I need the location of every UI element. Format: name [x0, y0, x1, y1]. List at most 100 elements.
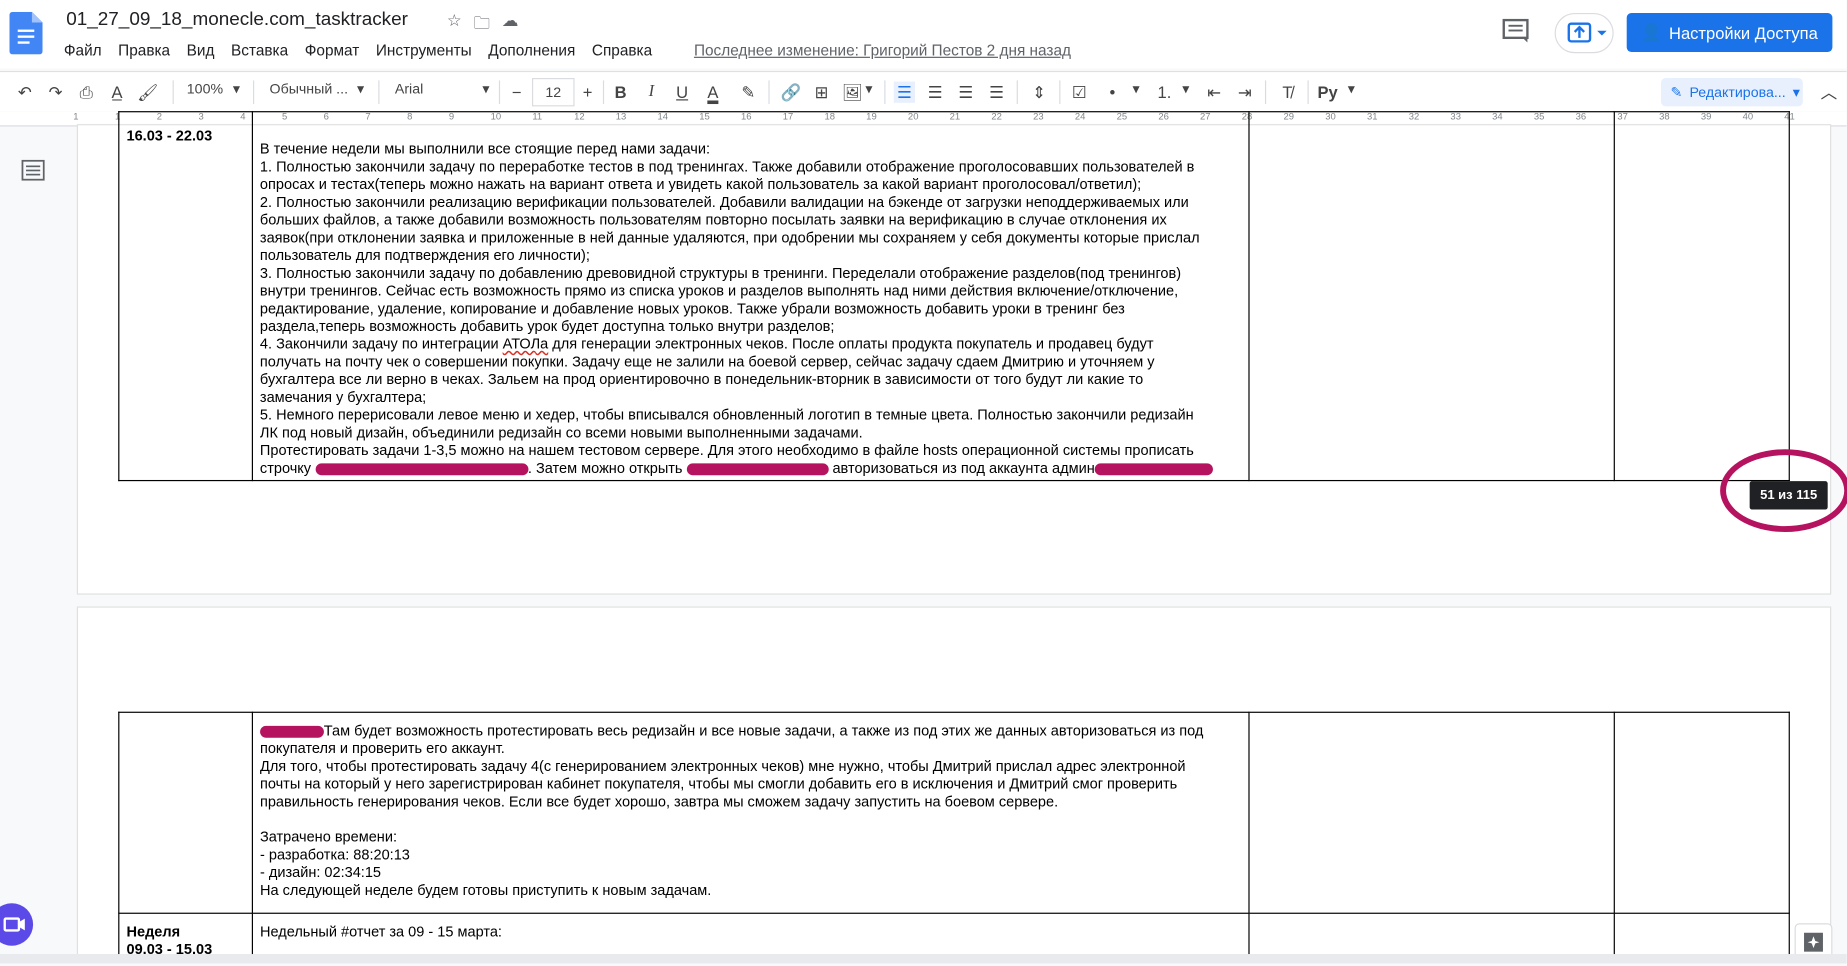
clear-formatting-icon[interactable]: T̸ [1277, 82, 1298, 103]
report-table-part2: Там будет возможность протестировать вес… [118, 711, 1790, 963]
menu-view[interactable]: Вид [187, 41, 223, 59]
report-text-cell[interactable]: Там будет возможность протестировать вес… [251, 711, 1250, 914]
insert-image-icon[interactable]: 🖼 [842, 82, 863, 103]
redaction-mark [259, 725, 324, 738]
comments-icon[interactable] [1501, 18, 1532, 44]
menu-tools[interactable]: Инструменты [376, 41, 480, 59]
document-title[interactable]: 01_27_09_18_monecle.com_tasktracker [66, 9, 408, 30]
text-line: 2. Полностью закончили реализацию верифи… [259, 193, 1189, 211]
text-line: 1. Полностью закончили задачу по перераб… [259, 158, 1195, 175]
report-table-part1: 16.03 - 22.03 В течение недели мы выполн… [118, 111, 1790, 482]
document-outline-icon[interactable] [21, 159, 45, 181]
last-edit-link[interactable]: Последнее изменение: Григорий Пестов 2 д… [694, 41, 1071, 59]
redaction-mark [315, 463, 528, 475]
present-icon [1567, 22, 1607, 43]
ruler-mark: 1 [73, 111, 79, 122]
text-line: опросах и тестах(теперь можно нажать на … [259, 176, 1142, 193]
align-right-icon[interactable]: ☰ [955, 82, 976, 103]
align-justify-icon[interactable]: ☰ [986, 82, 1007, 103]
text-line: правильность генерирования чеков. Если в… [259, 793, 1059, 810]
increase-indent-icon[interactable]: ⇥ [1234, 82, 1255, 103]
text-run: строчку [259, 459, 316, 477]
spellcheck-icon[interactable]: A̲ [106, 82, 127, 103]
empty-cell[interactable] [1613, 711, 1790, 914]
font-select[interactable]: Arial [395, 80, 423, 97]
week-label[interactable]: Неделя [126, 923, 244, 941]
undo-icon[interactable]: ↶ [14, 82, 35, 103]
input-tools-icon[interactable]: Ру [1317, 82, 1338, 103]
empty-cell[interactable] [1248, 711, 1616, 914]
text-line: 4. Закончили задачу по интеграции АТОЛа … [260, 336, 1241, 354]
highlight-icon[interactable]: ✎ [738, 82, 759, 103]
text-line: больших файлов, а также добавили возможн… [259, 211, 1167, 229]
italic-icon[interactable]: I [641, 82, 662, 103]
menu-edit[interactable]: Правка [118, 41, 178, 59]
text-run: 4. Закончили задачу по интеграции [259, 335, 503, 353]
chevron-down-icon: ▾ [482, 80, 490, 97]
add-comment-icon[interactable]: ⊞ [811, 82, 832, 103]
chevron-down-icon: ▾ [1347, 80, 1355, 97]
text-line: В течение недели мы выполнили все стоящи… [259, 140, 711, 158]
present-button[interactable] [1554, 13, 1614, 54]
move-folder-icon[interactable]: 🗀 [474, 11, 491, 39]
text-line: Протестировать задачи 1-3,5 можно на наш… [259, 442, 1194, 459]
collapse-toolbar-icon[interactable]: ︿ [1818, 82, 1839, 103]
star-icon[interactable]: ☆ [447, 11, 462, 39]
chevron-down-icon: ▾ [1792, 83, 1800, 101]
misspelled-word[interactable]: АТОЛа [503, 336, 549, 353]
paint-format-icon[interactable]: 🖌 [137, 82, 158, 103]
bulleted-list-icon[interactable]: • [1102, 82, 1123, 103]
text-line: внутри тренингов. Сейчас есть возможност… [259, 282, 1179, 300]
decrease-font-icon[interactable]: − [506, 82, 527, 103]
app-header: 01_27_09_18_monecle.com_tasktracker ☆ 🗀 … [0, 0, 1847, 69]
empty-cell[interactable] [1248, 111, 1616, 482]
person-icon: 👤 [1641, 22, 1662, 42]
cloud-status-icon[interactable]: ☁ [502, 11, 519, 39]
text-run: . Затем можно открыть [527, 459, 687, 477]
menu-insert[interactable]: Вставка [231, 41, 296, 59]
meet-video-button[interactable] [0, 903, 34, 946]
empty-cell[interactable] [1613, 111, 1790, 482]
menu-file[interactable]: Файл [64, 41, 110, 59]
font-size-input[interactable]: 12 [531, 78, 575, 107]
text-run: авторизоваться из под аккаунта админ [828, 459, 1095, 477]
share-button[interactable]: 👤 Настройки Доступа [1626, 13, 1833, 53]
link-icon[interactable]: 🔗 [780, 82, 802, 103]
align-left-icon[interactable]: ☰ [893, 81, 916, 103]
text-line: раздела,теперь возможность добавить урок… [259, 318, 835, 335]
menu-addons[interactable]: Дополнения [488, 41, 583, 59]
style-select[interactable]: Обычный ... [270, 80, 348, 97]
text-line: пользователь для подтверждения его лично… [259, 247, 590, 264]
report-text-cell[interactable]: В течение недели мы выполнили все стоящи… [251, 111, 1250, 482]
text-line: заявок(при отклонении заявка и приложенн… [259, 229, 1200, 246]
empty-cell[interactable] [118, 711, 253, 914]
horizontal-scrollbar[interactable] [0, 954, 1847, 964]
menu-help[interactable]: Справка [592, 41, 661, 59]
redo-icon[interactable]: ↷ [45, 82, 66, 103]
decrease-indent-icon[interactable]: ⇤ [1203, 82, 1224, 103]
text-line: бухгалтера все ли верно в чеках. Зальем … [259, 371, 1144, 388]
zoom-select[interactable]: 100% [187, 80, 223, 97]
text-color-icon[interactable]: A [702, 82, 723, 103]
bold-icon[interactable]: B [610, 82, 631, 103]
line-spacing-icon[interactable]: ⇕ [1029, 82, 1050, 103]
redaction-mark [686, 463, 829, 475]
increase-font-icon[interactable]: + [577, 82, 598, 103]
text-run: Там будет возможность протестировать вес… [323, 722, 1204, 739]
checklist-icon[interactable]: ☑ [1069, 82, 1090, 103]
chevron-down-icon: ▾ [232, 80, 241, 97]
chevron-down-icon: ▾ [1132, 80, 1140, 97]
docs-logo-icon[interactable] [9, 11, 43, 55]
editing-mode-select[interactable]: ✎ Редактирова... ▾ [1660, 78, 1803, 107]
menu-bar: Файл Правка Вид Вставка Формат Инструмен… [64, 41, 669, 59]
text-line: На следующей неделе будем готовы приступ… [259, 881, 712, 899]
date-range-cell[interactable]: 16.03 - 22.03 [119, 125, 251, 147]
underline-icon[interactable]: U [671, 82, 692, 103]
menu-format[interactable]: Формат [305, 41, 368, 59]
text-line: - дизайн: 02:34:15 [259, 864, 382, 881]
align-center-icon[interactable]: ☰ [924, 82, 945, 103]
print-icon[interactable]: ⎙ [76, 82, 97, 103]
numbered-list-icon[interactable]: 1. [1154, 82, 1175, 103]
text-line: покупателя и проверить его аккаунт. [259, 740, 505, 757]
